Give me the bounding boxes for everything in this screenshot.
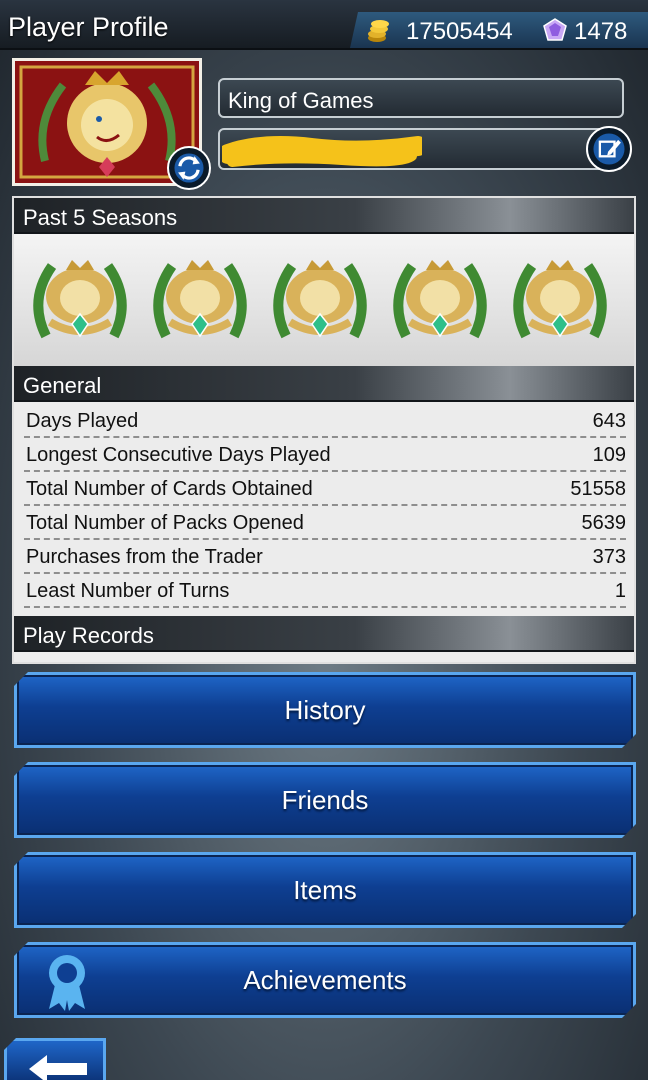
stat-row-cards-obtained: Total Number of Cards Obtained 51558: [24, 472, 626, 506]
play-records-section-header: Play Records: [14, 616, 634, 652]
gold-amount: 17505454: [406, 18, 513, 45]
history-button[interactable]: History: [14, 672, 636, 748]
clipped-stat-row: ▬▬▬ ▬ ▬▬▬▬▬▬ ▬▬▬▬▬: [24, 658, 341, 662]
general-section-header: General: [14, 366, 634, 402]
items-button[interactable]: Items: [14, 852, 636, 928]
achievements-button-label: Achievements: [243, 965, 407, 995]
king-of-games-crest: [33, 260, 127, 339]
seasons-crests: [14, 234, 634, 366]
friends-button[interactable]: Friends: [14, 762, 636, 838]
profile-stats-panel[interactable]: Past 5 Seasons General Days Played 643 L…: [12, 196, 636, 664]
king-of-games-crest: [393, 260, 487, 339]
stat-value: 109: [592, 444, 626, 466]
stat-value: 373: [592, 546, 626, 568]
achievements-button[interactable]: Achievements: [14, 942, 636, 1018]
stat-value: 51558: [570, 478, 626, 500]
stat-label: Total Number of Packs Opened: [26, 512, 304, 534]
redacted-highlight: [222, 136, 422, 167]
play-records-header-label: Play Records: [23, 623, 154, 648]
general-header-label: General: [23, 373, 102, 398]
stat-row-trader-purchases: Purchases from the Trader 373: [24, 540, 626, 574]
stat-label: Purchases from the Trader: [26, 546, 263, 568]
stat-label: Days Played: [26, 410, 139, 432]
king-of-games-crest: [273, 260, 367, 339]
seasons-section-header: Past 5 Seasons: [14, 198, 634, 234]
page-title: Player Profile: [8, 12, 169, 42]
stat-row-least-turns: Least Number of Turns 1: [24, 574, 626, 608]
stat-label: Total Number of Cards Obtained: [26, 478, 313, 500]
edit-profile-button[interactable]: [586, 126, 632, 172]
player-name-field: King of Games: [218, 78, 624, 118]
player-name: King of Games: [228, 88, 374, 113]
stat-value: 643: [592, 410, 626, 432]
stat-label: Longest Consecutive Days Played: [26, 444, 331, 466]
back-arrow-icon: [29, 1055, 87, 1080]
gem-amount: 1478: [574, 18, 628, 45]
king-of-games-crest: [153, 260, 247, 339]
friends-button-label: Friends: [281, 785, 369, 815]
back-button[interactable]: [4, 1038, 106, 1080]
stat-value: 5639: [581, 512, 627, 534]
stat-row-days-played: Days Played 643: [24, 404, 626, 438]
change-avatar-button[interactable]: [167, 146, 211, 190]
king-of-games-crest: [513, 260, 607, 339]
stat-row-longest-consecutive: Longest Consecutive Days Played 109: [24, 438, 626, 472]
gem-icon: [543, 18, 567, 41]
stat-value: 1: [614, 580, 626, 602]
stat-label: Least Number of Turns: [26, 580, 230, 602]
gold-coins-icon: [368, 20, 389, 42]
stat-row-packs-opened: Total Number of Packs Opened 5639: [24, 506, 626, 540]
items-button-label: Items: [293, 875, 357, 905]
seasons-header-label: Past 5 Seasons: [23, 205, 178, 230]
history-button-label: History: [284, 695, 366, 725]
player-id-field: [218, 128, 624, 170]
top-bar: Player Profile 17505454 1478: [0, 0, 648, 50]
